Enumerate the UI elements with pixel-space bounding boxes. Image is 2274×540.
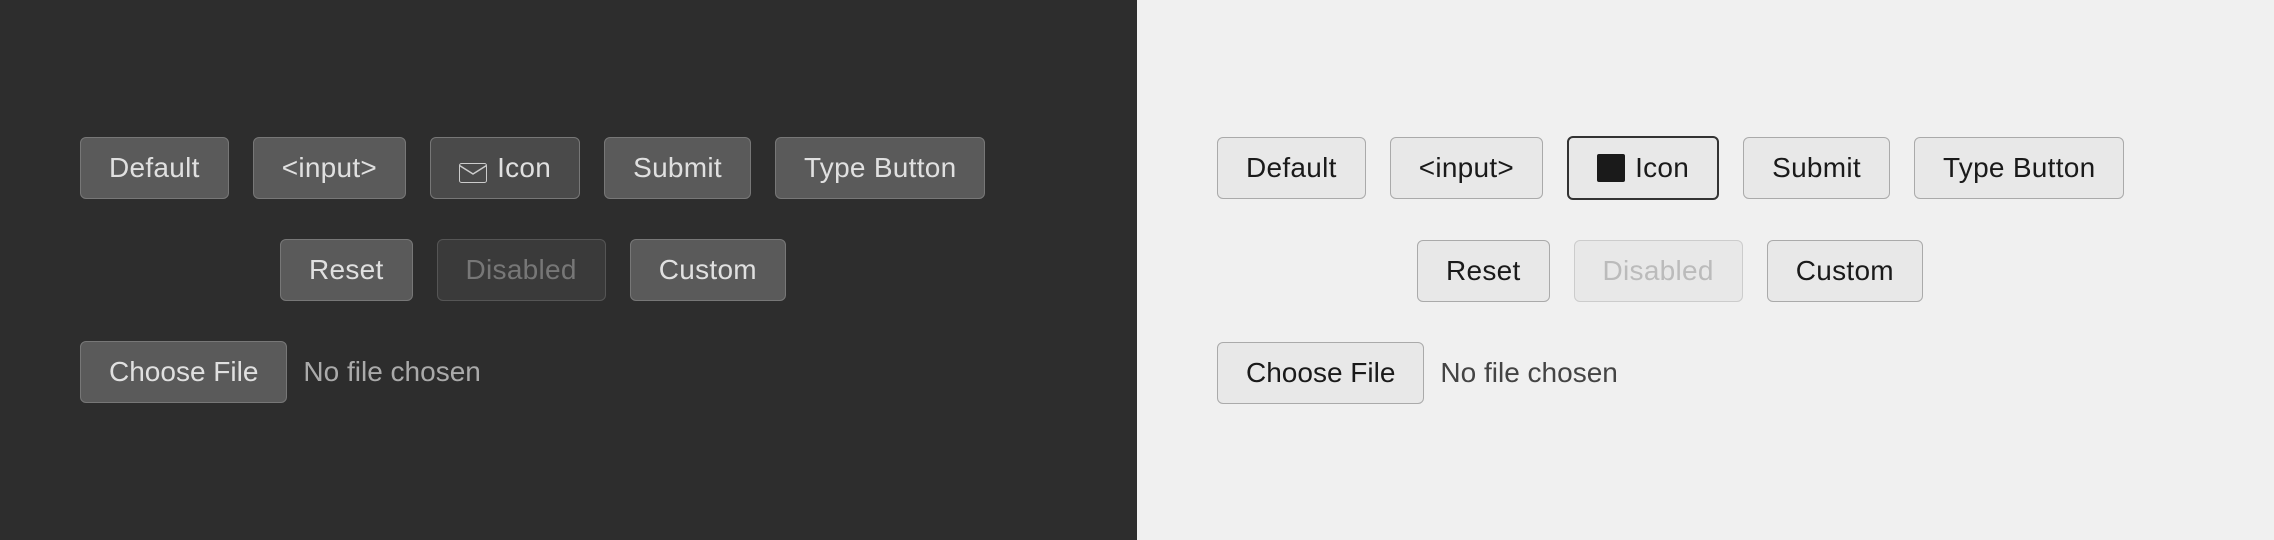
dark-file-row: Choose File No file chosen	[80, 341, 1057, 403]
dark-disabled-button: Disabled	[437, 239, 606, 301]
dark-reset-button[interactable]: Reset	[280, 239, 413, 301]
mail-icon	[459, 158, 487, 178]
dark-panel: Default <input> Icon Submit Type Button …	[0, 0, 1137, 540]
light-submit-button[interactable]: Submit	[1743, 137, 1890, 199]
light-type-button-button[interactable]: Type Button	[1914, 137, 2125, 199]
dark-default-button[interactable]: Default	[80, 137, 229, 199]
dark-no-file-text: No file chosen	[303, 356, 480, 388]
black-square-icon	[1597, 154, 1625, 182]
light-icon-label: Icon	[1635, 152, 1689, 184]
light-custom-button[interactable]: Custom	[1767, 240, 1923, 302]
light-icon-button[interactable]: Icon	[1567, 136, 1719, 200]
light-choose-file-button[interactable]: Choose File	[1217, 342, 1424, 404]
dark-choose-file-button[interactable]: Choose File	[80, 341, 287, 403]
dark-icon-button[interactable]: Icon	[430, 137, 580, 199]
light-row-2: Reset Disabled Custom	[1217, 240, 2194, 302]
dark-row-2: Reset Disabled Custom	[80, 239, 1057, 301]
light-no-file-text: No file chosen	[1440, 357, 1617, 389]
light-default-button[interactable]: Default	[1217, 137, 1366, 199]
light-reset-button[interactable]: Reset	[1417, 240, 1550, 302]
dark-submit-button[interactable]: Submit	[604, 137, 751, 199]
dark-custom-button[interactable]: Custom	[630, 239, 786, 301]
dark-icon-label: Icon	[497, 152, 551, 184]
dark-row-1: Default <input> Icon Submit Type Button	[80, 137, 1057, 199]
light-input-button[interactable]: <input>	[1390, 137, 1543, 199]
light-disabled-button: Disabled	[1574, 240, 1743, 302]
light-row-1: Default <input> Icon Submit Type Button	[1217, 136, 2194, 200]
dark-input-button[interactable]: <input>	[253, 137, 406, 199]
light-file-row: Choose File No file chosen	[1217, 342, 2194, 404]
light-panel: Default <input> Icon Submit Type Button …	[1137, 0, 2274, 540]
dark-type-button-button[interactable]: Type Button	[775, 137, 986, 199]
